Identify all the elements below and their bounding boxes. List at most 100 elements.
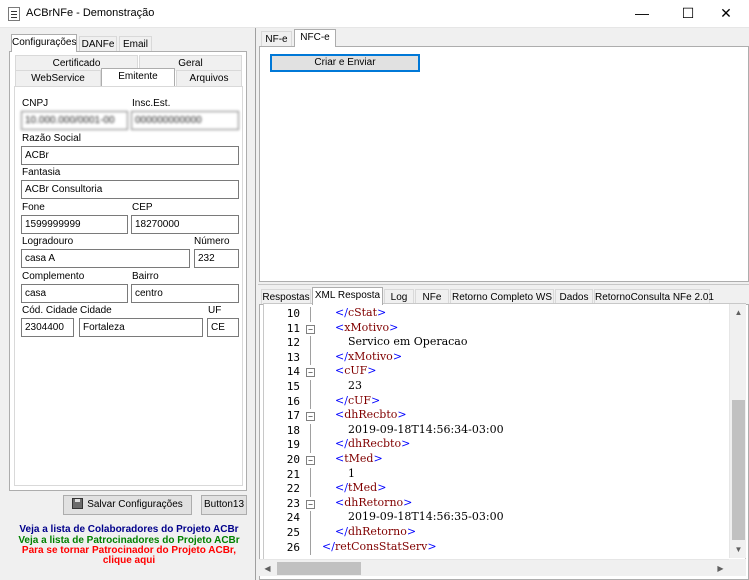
fold-guide-line	[310, 423, 311, 439]
xml-line: </xMotivo>	[335, 350, 402, 363]
scroll-down-icon[interactable]: ▼	[730, 541, 747, 558]
cnpj-input[interactable]: 10.000.000/0001-00	[21, 111, 128, 130]
logradouro-label: Logradouro	[22, 236, 74, 247]
fold-toggle-icon[interactable]: −	[306, 368, 315, 378]
line-number: 10	[286, 307, 300, 320]
xml-bracket: <	[335, 495, 345, 509]
xml-text-value: 2019-09-18T14:56:35-03:00	[348, 510, 504, 524]
vertical-scroll-thumb[interactable]	[732, 400, 745, 540]
cidade-label: Cidade	[80, 305, 112, 316]
tab-arquivos[interactable]: Arquivos	[176, 70, 242, 86]
tab-emitente[interactable]: Emitente	[101, 68, 175, 86]
xml-text-value: 1	[348, 466, 355, 480]
scroll-up-icon[interactable]: ▲	[730, 304, 747, 321]
xml-line: </cStat>	[335, 306, 386, 319]
horizontal-scroll-thumb[interactable]	[277, 562, 361, 575]
line-number: 16	[286, 394, 300, 408]
xml-bracket: </	[335, 306, 348, 319]
salvar-configuracoes-label: Salvar Configurações	[87, 499, 183, 510]
xml-tag-name: tMed	[347, 481, 378, 495]
horizontal-splitter[interactable]	[258, 284, 749, 285]
xml-bracket: >	[377, 481, 387, 495]
clique-aqui-link[interactable]: clique aqui	[15, 555, 243, 566]
cep-label: CEP	[132, 202, 153, 213]
xml-vertical-scrollbar[interactable]: ▲ ▼	[729, 304, 746, 558]
fantasia-input[interactable]: ACBr Consultoria	[21, 180, 239, 199]
xml-bracket: </	[335, 525, 348, 538]
fold-toggle-icon[interactable]: −	[306, 456, 315, 465]
cep-input[interactable]: 18270000	[131, 215, 239, 234]
fold-toggle-icon[interactable]: −	[306, 324, 315, 334]
colaboradores-link[interactable]: Veja a lista de Colaboradores do Projeto…	[15, 524, 243, 535]
fold-guide-line	[310, 394, 311, 410]
fold-guide-line	[310, 438, 311, 453]
fold-toggle-icon[interactable]: −	[306, 499, 315, 509]
tab-webservice[interactable]: WebService	[15, 70, 101, 86]
fone-input[interactable]: 1599999999	[21, 215, 128, 234]
fold-guide-line	[310, 307, 311, 322]
vertical-splitter[interactable]	[255, 28, 256, 580]
ie-label: Insc.Est.	[132, 98, 171, 109]
salvar-configuracoes-button[interactable]: Salvar Configurações	[63, 495, 192, 515]
xml-tag-name: dhRecbto	[344, 408, 398, 422]
scroll-left-icon[interactable]: ◀	[259, 560, 276, 577]
uf-label: UF	[208, 305, 222, 316]
xml-bracket: >	[377, 306, 387, 319]
tab-danfe[interactable]: DANFe	[79, 36, 117, 52]
xml-bracket: </	[335, 393, 348, 407]
xml-line: <cUF>	[335, 364, 377, 377]
bairro-input[interactable]: centro	[131, 284, 239, 303]
complemento-label: Complemento	[22, 271, 85, 282]
xml-tag-name: xMotivo	[344, 320, 390, 334]
xml-line: </dhRecbto>	[335, 437, 410, 450]
xml-bracket: </	[335, 481, 348, 495]
tab-xml-resposta[interactable]: XML Resposta	[312, 287, 383, 305]
logradouro-input[interactable]: casa A	[21, 249, 190, 268]
xml-bracket: >	[403, 495, 413, 509]
line-number: 14	[286, 365, 300, 379]
ie-input[interactable]: 000000000000	[131, 111, 239, 130]
xml-bracket: >	[392, 349, 403, 363]
button13[interactable]: Button13	[201, 495, 247, 515]
xml-tag-name: cStat	[347, 306, 378, 319]
line-number: 24	[286, 511, 300, 525]
xml-tag-name: dhRecbto	[347, 437, 402, 451]
cod-cidade-input[interactable]: 2304400	[21, 318, 74, 337]
window-title: ACBrNFe - Demonstração	[26, 7, 155, 19]
complemento-input[interactable]: casa	[21, 284, 128, 303]
title-bar: ACBrNFe - Demonstração — ☐ ✕	[0, 0, 749, 28]
xml-bracket: >	[397, 408, 407, 422]
tab-nfe[interactable]: NF-e	[261, 31, 292, 47]
tab-email[interactable]: Email	[119, 36, 152, 52]
fold-toggle-icon[interactable]: −	[306, 412, 315, 422]
fold-guide-line	[310, 482, 311, 497]
tab-nfce[interactable]: NFC-e	[294, 29, 336, 47]
xml-line: 2019-09-18T14:56:35-03:00	[348, 510, 504, 523]
criar-enviar-button[interactable]: Criar e Enviar	[270, 54, 420, 72]
razao-social-input[interactable]: ACBr	[21, 146, 239, 165]
xml-bracket: >	[367, 364, 377, 378]
numero-input[interactable]: 232	[194, 249, 239, 268]
line-number: 11	[286, 321, 300, 335]
xml-editor[interactable]: 10 </cStat> 11− <xMotivo> 12 Servico em Opera…	[263, 303, 746, 560]
xml-bracket: >	[373, 452, 383, 465]
tab-configuracoes[interactable]: Configurações	[11, 34, 77, 52]
cidade-input[interactable]: Fortaleza	[79, 318, 203, 337]
xml-line: Servico em Operacao	[348, 335, 467, 348]
xml-line: 23	[348, 379, 362, 392]
xml-bracket: >	[389, 320, 399, 334]
xml-text-value: 2019-09-18T14:56:34-03:00	[348, 422, 504, 436]
xml-line: 2019-09-18T14:56:34-03:00	[348, 423, 504, 436]
xml-line: 1	[348, 467, 355, 480]
xml-tag-name: dhRetorno	[344, 495, 404, 509]
uf-input[interactable]: CE	[207, 318, 239, 337]
line-number: 15	[286, 380, 300, 393]
scroll-right-icon[interactable]: ▶	[712, 560, 729, 577]
xml-bracket: </	[335, 437, 348, 451]
minimize-button[interactable]: —	[619, 0, 665, 28]
close-button[interactable]: ✕	[703, 0, 749, 28]
xml-horizontal-scrollbar[interactable]: ◀ ▶	[259, 559, 729, 576]
fold-guide-line	[310, 336, 311, 351]
xml-tag-name: dhRetorno	[347, 525, 407, 538]
xml-bracket: <	[335, 452, 345, 465]
